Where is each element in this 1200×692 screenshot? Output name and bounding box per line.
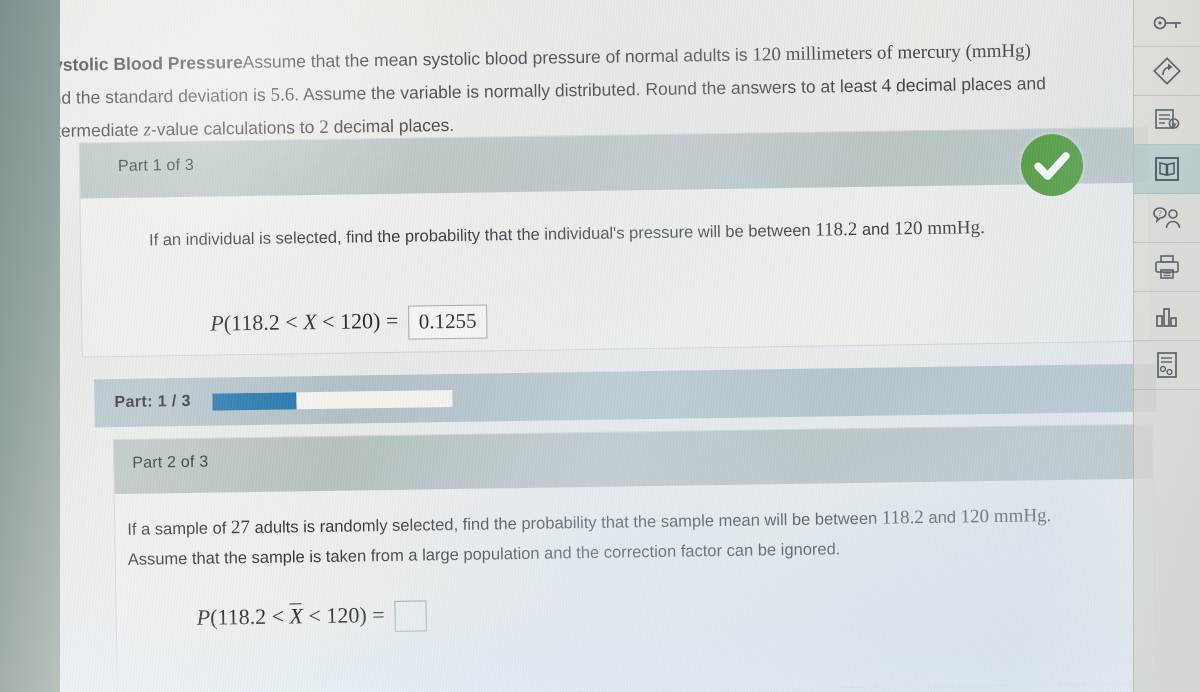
book-icon[interactable] (1134, 145, 1200, 194)
part-2-header: Part 2 of 3 (113, 424, 1153, 495)
part-1-formula-open: (118.2 (223, 309, 280, 336)
part-2-formula-p: P (196, 604, 211, 630)
part-2-formula-xbar: X (289, 603, 304, 629)
key-icon[interactable] (1134, 0, 1200, 47)
part-2-question-b: adults is randomly selected, find the pr… (249, 509, 882, 538)
part-2-formula: P(118.2 < X < 120) = (196, 600, 427, 635)
problem-title: Systolic Blood Pressure (41, 52, 243, 76)
part-1-formula-lt1: < (279, 309, 304, 335)
left-bezel (0, 0, 60, 692)
part-1-formula-p: P (210, 310, 224, 336)
part-2-question-c: and (923, 508, 957, 528)
progress-label: Part: 1 / 3 (114, 392, 191, 412)
ask-tutor-icon[interactable]: ? (1134, 194, 1200, 243)
part-2-question-e: Assume that the sample is taken from a l… (127, 540, 841, 569)
note-pin-icon[interactable] (1134, 96, 1200, 145)
part-1-answer-input[interactable]: 0.1255 (407, 304, 488, 340)
screen-photo: Systolic Blood PressureAssume that the m… (0, 0, 1200, 692)
stmt-sd-value: 5.6 (270, 84, 295, 106)
part-2-formula-eq: = (366, 601, 391, 628)
part-1-formula: P(118.2 < X < 120) = 0.1255 (210, 304, 488, 342)
part-2-sample-size: 27 (230, 517, 251, 539)
stmt-line3-c: decimal places. (328, 114, 455, 137)
part-2-lower-bound: 118.2 (881, 507, 925, 529)
part-2-question: If a sample of 27 adults is randomly sel… (127, 500, 1108, 575)
part-1-question: If an individual is selected, find the p… (149, 211, 1129, 256)
stmt-units: millimeters of mercury (mmHg) (780, 40, 1032, 66)
progress-fill (212, 391, 297, 411)
right-toolbar: ? (1133, 0, 1200, 692)
part-2-question-a: If a sample of (127, 519, 232, 539)
bar-chart-icon[interactable] (1134, 292, 1200, 341)
part-2-upper-bound: 120 mmHg. (960, 505, 1052, 528)
homework-page: Systolic Blood PressureAssume that the m… (18, 0, 1200, 692)
svg-text:?: ? (1158, 209, 1162, 218)
stmt-line2-c: decimal places and (891, 73, 1047, 96)
part-2-formula-lt1: < (265, 603, 290, 629)
stmt-mean-value: 120 (752, 44, 782, 66)
part-2-card: Part 2 of 3 If a sample of 27 adults is … (112, 423, 1157, 692)
share-arrow-icon[interactable] (1134, 47, 1200, 96)
screen-content: Systolic Blood PressureAssume that the m… (0, 0, 1200, 692)
printer-icon[interactable] (1134, 243, 1200, 292)
part-1-question-a: If an individual is selected, find the p… (148, 221, 816, 250)
progress-track (212, 389, 453, 411)
part-1-question-mid: and (857, 220, 895, 239)
part-1-formula-close: 120) (339, 308, 381, 334)
part-1-formula-lt2: < (316, 308, 341, 335)
part-1-upper-bound: 120 mmHg. (893, 217, 985, 240)
part-2-formula-open: (118.2 (209, 603, 267, 630)
part-1-card: Part 1 of 3 If an individual is selected… (78, 126, 1152, 358)
stmt-line1-a: Assume that the mean systolic blood pres… (242, 44, 753, 73)
part-1-formula-eq: = (380, 307, 404, 334)
progress-strip: Part: 1 / 3 (94, 363, 1157, 428)
part-1-lower-bound: 118.2 (815, 218, 858, 241)
part-1-formula-var: X (302, 309, 317, 335)
report-icon[interactable] (1134, 341, 1200, 390)
green-check-icon (1020, 133, 1084, 197)
part-2-formula-close: 120) (326, 602, 367, 628)
stmt-line3-b: -value calculations to (150, 116, 320, 140)
stmt-line2-a: and the standard deviation is (41, 84, 271, 109)
part-2-formula-lt2: < (302, 602, 327, 629)
part-2-answer-input[interactable] (393, 600, 427, 633)
stmt-line2-b: . Assume the variable is normally distri… (294, 75, 882, 105)
